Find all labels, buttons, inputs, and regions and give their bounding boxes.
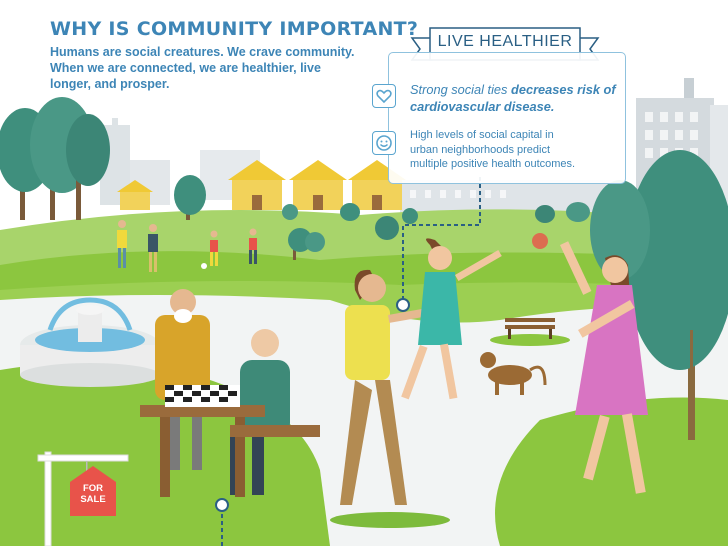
tip-text: Strong social ties [410,82,512,97]
intro-line: When we are connected, we are healthier,… [50,61,321,75]
page-title: WHY IS COMMUNITY IMPORTANT? [50,18,419,40]
intro-line: longer, and prosper. [50,77,170,91]
connector-dot-top [396,298,410,312]
tip-line: High levels of social capital in [410,129,554,141]
intro-line: Humans are social creatures. We crave co… [50,45,355,59]
smiley-icon [372,131,396,155]
sign-line: FOR [82,483,104,494]
sign-line: SALE [80,494,106,505]
for-sale-sign: FOR SALE [72,483,114,505]
tip-line: multiple positive health outcomes. [410,158,576,170]
connector-dot-bottom [215,498,229,512]
grass-patch [330,512,450,528]
bench-grass [490,334,570,346]
ribbon-title: LIVE HEALTHIER [437,33,573,50]
tip-cardiovascular: Strong social ties decreases risk of car… [410,81,625,115]
tip-line: urban neighborhoods predict [410,143,551,156]
tip-social-capital: High levels of social capital in urban n… [410,128,620,172]
infographic: WHY IS COMMUNITY IMPORTANT? Humans are s… [0,0,728,546]
intro-text: Humans are social creatures. We crave co… [50,44,370,92]
heart-icon [372,84,396,108]
